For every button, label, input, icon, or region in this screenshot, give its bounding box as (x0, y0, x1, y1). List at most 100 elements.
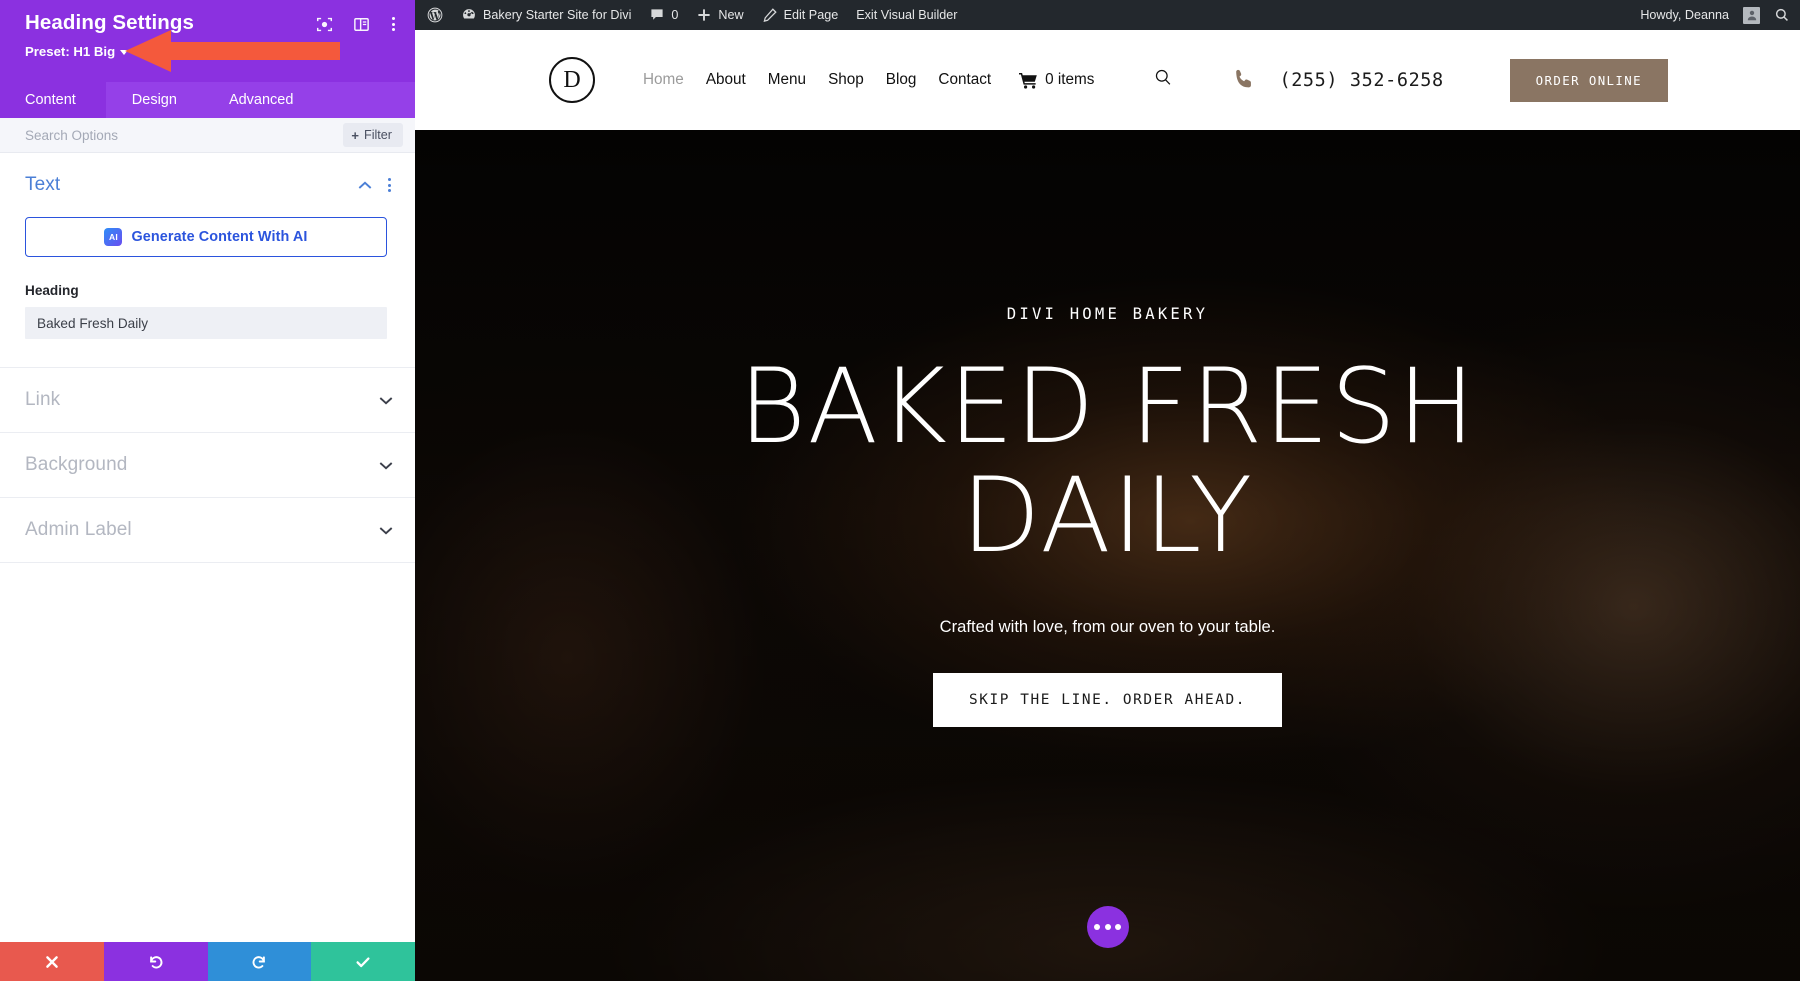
filter-label: Filter (364, 128, 392, 142)
section-text-content: AI Generate Content With AI Heading (0, 217, 415, 367)
order-online-button[interactable]: ORDER ONLINE (1509, 58, 1668, 102)
panel-tabs: Content Design Advanced (0, 82, 415, 118)
phone-icon (1236, 69, 1252, 88)
cart-label: 0 items (1045, 71, 1095, 88)
logo-letter: D (563, 67, 581, 93)
undo-icon (149, 955, 163, 968)
site-preview-stage: Bakery Starter Site for Divi 0 New Edit … (415, 0, 1800, 981)
cart-icon (1019, 72, 1037, 89)
nav-item-menu[interactable]: Menu (768, 71, 806, 89)
section-background: Background (0, 433, 415, 498)
hero-subtitle: Crafted with love, from our oven to your… (939, 617, 1276, 637)
hero-title[interactable]: Baked Fresh Daily (678, 352, 1538, 571)
ai-button-label: Generate Content With AI (131, 229, 308, 245)
nav-item-blog[interactable]: Blog (886, 71, 917, 89)
phone-block: (255) 352-6258 (1231, 67, 1443, 93)
redo-icon (252, 955, 266, 968)
phone-number[interactable]: (255) 352-6258 (1279, 70, 1443, 91)
user-greeting-menu[interactable]: Howdy, Deanna (1628, 0, 1760, 30)
wordpress-icon[interactable] (415, 0, 452, 30)
edit-page-link[interactable]: Edit Page (753, 0, 848, 30)
section-background-label: Background (25, 454, 128, 475)
tab-content[interactable]: Content (0, 82, 106, 118)
header-search-icon[interactable] (1154, 68, 1173, 92)
panel-header: Heading Settings Preset: H1 Big (0, 0, 415, 82)
cart-link[interactable]: 0 items (1019, 71, 1094, 89)
section-text: Text AI Generate Content With AI Heading (0, 153, 415, 368)
new-content-menu[interactable]: New (687, 0, 752, 30)
layout-panel-icon[interactable] (353, 16, 370, 33)
section-text-header[interactable]: Text (0, 153, 415, 217)
edit-page-label: Edit Page (783, 8, 839, 22)
kebab-menu-icon[interactable] (390, 15, 397, 33)
site-logo[interactable]: D (549, 57, 595, 103)
close-icon (46, 955, 58, 968)
nav-item-shop[interactable]: Shop (828, 71, 864, 89)
hero-section: DIVI HOME BAKERY Baked Fresh Daily Craft… (415, 130, 1800, 981)
heading-settings-panel: Heading Settings Preset: H1 Big Content … (0, 0, 415, 981)
heading-field-label: Heading (25, 283, 79, 298)
redo-button[interactable] (207, 942, 312, 981)
comment-icon (651, 9, 663, 20)
section-background-header[interactable]: Background (0, 433, 415, 497)
greeting-label: Howdy, Deanna (1640, 8, 1729, 22)
hero-content: DIVI HOME BAKERY Baked Fresh Daily Craft… (415, 130, 1800, 981)
section-link: Link (0, 368, 415, 433)
filter-button[interactable]: + Filter (343, 123, 403, 147)
preset-label: Preset: H1 Big (25, 43, 116, 59)
nav-item-about[interactable]: About (706, 71, 746, 89)
builder-fab-button[interactable] (1086, 906, 1129, 948)
panel-body: Text AI Generate Content With AI Heading (0, 153, 415, 942)
tab-advanced[interactable]: Advanced (203, 82, 320, 118)
hero-eyebrow: DIVI HOME BAKERY (1006, 305, 1209, 323)
chevron-down-icon (120, 49, 129, 55)
preset-selector[interactable]: Preset: H1 Big (25, 43, 129, 59)
site-name-menu[interactable]: Bakery Starter Site for Divi (452, 0, 640, 30)
section-admin-label: Admin Label (0, 498, 415, 563)
tab-design[interactable]: Design (106, 82, 203, 118)
section-link-label: Link (25, 389, 61, 410)
admin-search-icon[interactable] (1774, 7, 1790, 23)
user-icon (1747, 10, 1756, 21)
app-root: Heading Settings Preset: H1 Big Content … (0, 0, 1800, 981)
panel-action-bar (0, 942, 415, 981)
comments-count: 0 (671, 8, 679, 22)
section-text-label: Text (25, 174, 61, 195)
page-title: Heading Settings (25, 11, 195, 34)
plus-icon: + (351, 127, 359, 143)
save-button[interactable] (311, 942, 415, 981)
heading-input[interactable] (25, 307, 387, 339)
site-header: D Home About Menu Shop Blog Contact 0 it… (415, 30, 1800, 130)
undo-button[interactable] (103, 942, 208, 981)
pencil-icon (763, 8, 777, 22)
nav-item-contact[interactable]: Contact (938, 71, 991, 89)
wp-admin-bar: Bakery Starter Site for Divi 0 New Edit … (415, 0, 1800, 30)
focus-icon[interactable] (316, 16, 333, 33)
dashboard-icon (463, 9, 475, 19)
site-name-label: Bakery Starter Site for Divi (483, 8, 632, 22)
chevron-down-icon[interactable] (379, 461, 393, 470)
section-link-header[interactable]: Link (0, 368, 415, 432)
options-search-row: + Filter (0, 118, 415, 153)
chevron-up-icon[interactable] (358, 181, 372, 190)
panel-header-icons (316, 15, 397, 33)
generate-content-with-ai-button[interactable]: AI Generate Content With AI (25, 217, 387, 257)
plus-icon (698, 9, 710, 21)
check-icon (356, 956, 370, 967)
avatar (1743, 6, 1760, 24)
chevron-down-icon[interactable] (379, 526, 393, 535)
nav-item-home[interactable]: Home (643, 71, 684, 89)
chevron-down-icon[interactable] (379, 396, 393, 405)
cancel-button[interactable] (0, 942, 104, 981)
hero-cta-button[interactable]: SKIP THE LINE. ORDER AHEAD. (932, 673, 1283, 728)
exit-builder-label: Exit Visual Builder (856, 8, 958, 22)
exit-visual-builder-link[interactable]: Exit Visual Builder (847, 0, 966, 30)
ai-icon: AI (104, 228, 123, 246)
comments-menu[interactable]: 0 (640, 0, 687, 30)
section-options-icon[interactable] (386, 176, 393, 194)
search-input[interactable] (25, 127, 265, 143)
primary-nav: Home About Menu Shop Blog Contact 0 item… (643, 68, 1173, 92)
section-admin-label-header[interactable]: Admin Label (0, 498, 415, 562)
section-admin-label-label: Admin Label (25, 519, 132, 540)
new-label: New (718, 8, 744, 22)
